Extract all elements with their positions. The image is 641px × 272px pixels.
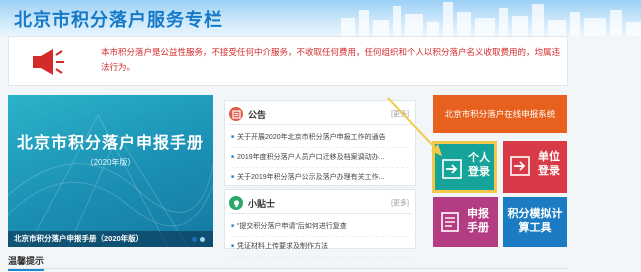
points-calculator-label: 积分模拟计算工具 — [507, 208, 563, 234]
announcements-more-link[interactable]: [更多] — [391, 109, 409, 119]
banner-year: （2020年版） — [85, 158, 136, 167]
announcements-list: 关于开展2020年北京市积分落户申报工作的通告 2019年度积分落户人员户口迁移… — [231, 128, 409, 188]
banner-title: 北京市积分落户申报手册 — [16, 135, 204, 152]
banner-pattern — [8, 113, 213, 247]
skyline-decoration — [341, 2, 641, 36]
announcements-title: 公告 — [248, 109, 267, 120]
tips-list: “提交积分落户申请”后如何进行复查 凭证材料上传要求及制作方法 — [231, 217, 409, 257]
application-handbook-button[interactable]: 申报手册 — [433, 197, 498, 247]
carousel-dot[interactable] — [200, 237, 205, 242]
page-header: 北京市积分落户服务专栏 — [0, 0, 641, 36]
carousel-dots — [192, 237, 205, 242]
points-calculator-button[interactable]: 积分模拟计算工具 — [503, 197, 567, 247]
divider — [8, 268, 568, 269]
login-icon — [510, 156, 530, 176]
divider — [229, 213, 411, 214]
lightbulb-icon — [229, 196, 243, 210]
page-title: 北京市积分落户服务专栏 — [14, 10, 223, 30]
announcements-panel: 公告 [更多] 关于开展2020年北京市积分落户申报工作的通告 2019年度积分… — [224, 100, 416, 188]
tips-header: 小贴士 — [229, 195, 275, 211]
announcement-icon — [229, 107, 243, 121]
tips-title: 小贴士 — [248, 198, 276, 209]
tips-panel: 小贴士 [更多] “提交积分落户申请”后如何进行复查 凭证材料上传要求及制作方法 — [224, 189, 416, 257]
megaphone-icon — [33, 49, 64, 75]
document-icon — [441, 212, 459, 232]
login-icon — [442, 159, 462, 179]
handbook-banner[interactable]: 北京市积分落户申报手册 （2020年版） 北京市积分落户申报手册（2020年版） — [8, 95, 213, 247]
list-item[interactable]: 凭证材料上传要求及制作方法 — [231, 237, 409, 257]
anti-fraud-notice: 本市积分落户是公益性服务，不接受任何中介服务，不收取任何费用，任何组织和个人以积… — [8, 36, 568, 86]
announcements-header: 公告 — [229, 106, 266, 122]
list-item[interactable]: “提交积分落户申请”后如何进行复查 — [231, 217, 409, 237]
notice-text: 本市积分落户是公益性服务，不接受任何中介服务，不收取任何费用，任何组织和个人以积… — [101, 47, 561, 72]
list-item[interactable]: 关于2019年积分落户公示及落户办理有关工作... — [231, 168, 409, 188]
application-handbook-label: 申报手册 — [467, 208, 489, 234]
unit-login-label: 单位登录 — [538, 151, 560, 177]
divider — [229, 124, 411, 125]
online-application-system-button[interactable]: 北京市积分落户在线申报系统 — [433, 95, 567, 133]
banner-caption: 北京市积分落户申报手册（2020年版） — [8, 231, 213, 247]
personal-login-button[interactable]: 个人登录 — [432, 141, 497, 193]
personal-login-label: 个人登录 — [468, 152, 490, 178]
carousel-dot-active[interactable] — [192, 237, 197, 242]
list-item[interactable]: 2019年度积分落户人员户口迁移及档案调动办... — [231, 148, 409, 168]
list-item[interactable]: 关于开展2020年北京市积分落户申报工作的通告 — [231, 128, 409, 148]
tips-more-link[interactable]: [更多] — [391, 198, 409, 208]
unit-login-button[interactable]: 单位登录 — [503, 141, 567, 193]
